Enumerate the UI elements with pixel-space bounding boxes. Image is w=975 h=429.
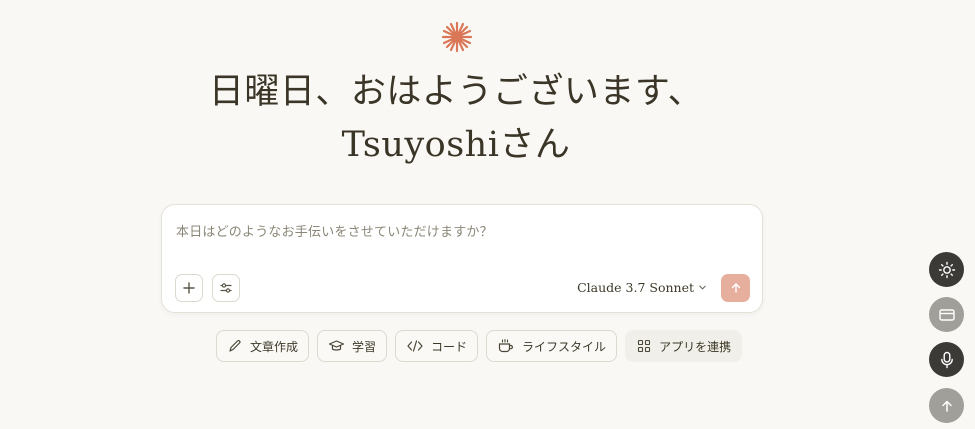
arrow-up-icon: [941, 400, 952, 412]
sliders-icon: [220, 283, 232, 293]
add-attachment-button[interactable]: [175, 274, 203, 302]
claude-logo-icon: [441, 21, 473, 53]
chip-connect-apps[interactable]: アプリを連携: [625, 330, 743, 362]
app-page: 日曜日、おはようございます、 Tsuyoshiさん 本日はどのようなお手伝いをさ…: [0, 0, 975, 429]
chip-label: 学習: [352, 339, 377, 354]
chip-lifestyle[interactable]: ライフスタイル: [486, 330, 618, 362]
arrow-up-icon: [731, 283, 740, 293]
greeting-heading: 日曜日、おはようございます、 Tsuyoshiさん: [0, 66, 912, 172]
sun-icon: [938, 261, 955, 278]
chip-code[interactable]: コード: [395, 330, 479, 362]
model-selector[interactable]: Claude 3.7 Sonnet: [577, 280, 707, 295]
chip-learning[interactable]: 学習: [317, 330, 388, 362]
plus-icon: [183, 282, 195, 294]
scroll-to-top-button[interactable]: [929, 388, 964, 423]
graduation-cap-icon: [328, 340, 345, 351]
chevron-down-icon: [699, 285, 706, 290]
microphone-icon: [940, 351, 953, 368]
options-button[interactable]: [212, 274, 240, 302]
suggestion-chips: 文章作成 学習 コード ライフスタイル アプリを連携: [216, 330, 743, 362]
model-name: Claude 3.7 Sonnet: [577, 280, 694, 295]
chip-label: ライフスタイル: [522, 339, 607, 354]
send-button[interactable]: [721, 274, 750, 302]
window-icon: [938, 308, 955, 321]
grid-icon: [638, 339, 651, 353]
code-icon: [407, 340, 423, 352]
pencil-icon: [229, 340, 241, 352]
window-button[interactable]: [929, 297, 964, 332]
message-composer[interactable]: 本日はどのようなお手伝いをさせていただけますか？ Claude 3.7 Sonn…: [161, 204, 763, 313]
chip-label: コード: [431, 339, 468, 354]
greeting-line-1: 日曜日、おはようございます、: [208, 72, 704, 112]
voice-input-button[interactable]: [929, 342, 964, 377]
chip-label: アプリを連携: [659, 339, 732, 354]
chip-writing[interactable]: 文章作成: [216, 330, 310, 362]
message-input[interactable]: 本日はどのようなお手伝いをさせていただけますか？: [176, 221, 493, 240]
theme-toggle-button[interactable]: [929, 252, 964, 287]
chip-label: 文章作成: [250, 339, 299, 354]
greeting-line-2: Tsuyoshiさん: [341, 125, 571, 165]
coffee-cup-icon: [498, 338, 513, 353]
